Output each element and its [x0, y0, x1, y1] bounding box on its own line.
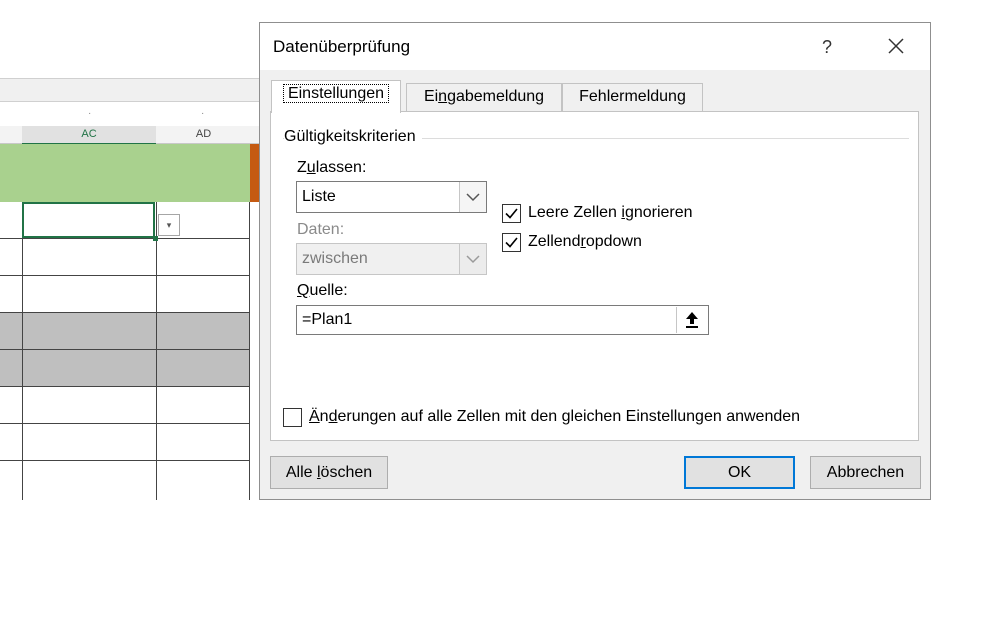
allow-value: Liste [302, 188, 336, 205]
checkmark-icon [505, 237, 518, 248]
close-button[interactable] [876, 31, 916, 61]
sheet-right-edge [932, 140, 936, 500]
clear-all-button[interactable]: Alle löschen [270, 456, 388, 489]
dialog-titlebar: Datenüberprüfung ? [260, 23, 930, 70]
group-title: Gültigkeitskriterien [284, 128, 422, 146]
tab-error-alert[interactable]: Fehlermeldung [562, 83, 703, 111]
settings-panel: Gültigkeitskriterien Zulassen: Liste Dat… [270, 111, 919, 441]
allow-select[interactable]: Liste [296, 181, 487, 213]
header-band-green [0, 144, 250, 202]
tab-error-alert-label: Fehlermeldung [579, 88, 686, 105]
tab-input-message-label: Eingabemeldung [423, 88, 545, 105]
in-cell-dropdown-label[interactable]: Zellendropdown [528, 233, 642, 251]
checkmark-icon [505, 208, 518, 219]
data-value: zwischen [302, 250, 368, 267]
apply-all-checkbox[interactable] [283, 408, 302, 427]
table-row [0, 424, 250, 461]
column-marker: · [201, 108, 205, 119]
in-cell-dropdown-checkbox[interactable] [502, 233, 521, 252]
cell-grid [0, 202, 250, 497]
column-header-ad[interactable]: AD [157, 126, 250, 143]
source-label: Quelle: [297, 282, 348, 299]
data-select: zwischen [296, 243, 487, 275]
grid-line [22, 202, 23, 500]
source-value: =Plan1 [302, 311, 353, 328]
cancel-button[interactable]: Abbrechen [810, 456, 921, 489]
data-validation-dialog: Datenüberprüfung ? Einstellungen Eingabe… [259, 22, 931, 500]
spreadsheet-background: · · AC AD ▾ [0, 78, 260, 500]
tab-settings[interactable]: Einstellungen [271, 80, 401, 113]
table-row [0, 239, 250, 276]
chevron-down-icon [459, 244, 486, 274]
column-marker: · [88, 108, 92, 119]
fill-handle[interactable] [153, 236, 158, 241]
source-input[interactable]: =Plan1 [296, 305, 709, 335]
apply-all-label[interactable]: Änderungen auf alle Zellen mit den gleic… [309, 408, 800, 426]
grid-line [249, 202, 250, 500]
table-row [0, 461, 250, 497]
ignore-blank-label[interactable]: Leere Zellen ignorieren [528, 204, 693, 222]
tab-settings-label: Einstellungen [282, 84, 390, 103]
column-header-row: AC AD [0, 126, 260, 145]
table-row [0, 387, 250, 424]
tab-input-message[interactable]: Eingabemeldung [406, 83, 562, 111]
ok-button[interactable]: OK [684, 456, 795, 489]
ignore-blank-checkbox[interactable] [502, 204, 521, 223]
help-button[interactable]: ? [812, 33, 842, 61]
allow-label: Zulassen: [297, 159, 367, 176]
formula-bar-area [0, 78, 260, 102]
table-row [0, 276, 250, 313]
table-row [0, 313, 250, 350]
selected-cell[interactable] [22, 202, 155, 238]
chevron-down-icon[interactable] [459, 182, 486, 212]
collapse-dialog-button[interactable] [676, 307, 707, 333]
table-row [0, 350, 250, 387]
grid-line [156, 202, 157, 500]
cell-dropdown-button[interactable]: ▾ [158, 214, 180, 236]
data-label: Daten: [297, 221, 345, 238]
close-icon [888, 38, 904, 54]
column-header-ac[interactable]: AC [22, 126, 156, 145]
dialog-title: Datenüberprüfung [273, 37, 411, 56]
arrow-up-icon [686, 312, 698, 328]
